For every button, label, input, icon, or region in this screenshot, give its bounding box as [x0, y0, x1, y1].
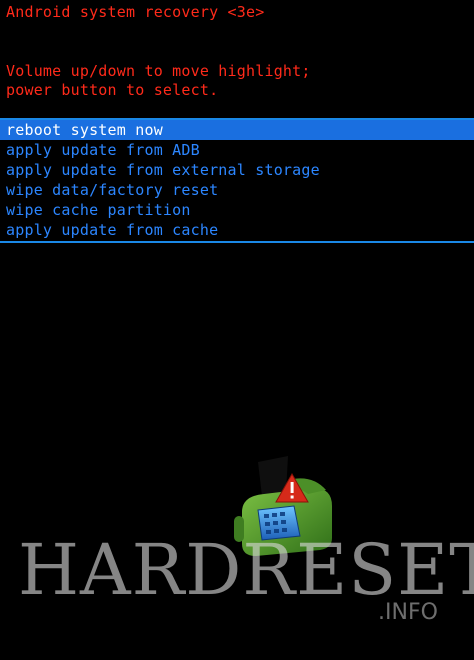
menu-bottom-divider [0, 241, 474, 243]
hardreset-watermark: HARDRESET [18, 529, 474, 611]
menu-item-apply-update-adb[interactable]: apply update from ADB [0, 140, 474, 160]
recovery-screen: Android system recovery <3e> Volume up/d… [0, 0, 474, 660]
menu-item-apply-update-cache[interactable]: apply update from cache [0, 220, 474, 240]
recovery-title: Android system recovery <3e> [6, 3, 265, 21]
instruction-line-1: Volume up/down to move highlight; [6, 62, 311, 80]
hardreset-watermark-suffix: .INFO [378, 600, 438, 625]
instruction-line-2: power button to select. [6, 81, 219, 99]
menu-item-wipe-cache-partition[interactable]: wipe cache partition [0, 200, 474, 220]
menu-item-reboot-system-now[interactable]: reboot system now [0, 120, 474, 140]
recovery-menu: reboot system now apply update from ADB … [0, 120, 474, 240]
menu-item-wipe-data-factory-reset[interactable]: wipe data/factory reset [0, 180, 474, 200]
menu-item-apply-update-external-storage[interactable]: apply update from external storage [0, 160, 474, 180]
